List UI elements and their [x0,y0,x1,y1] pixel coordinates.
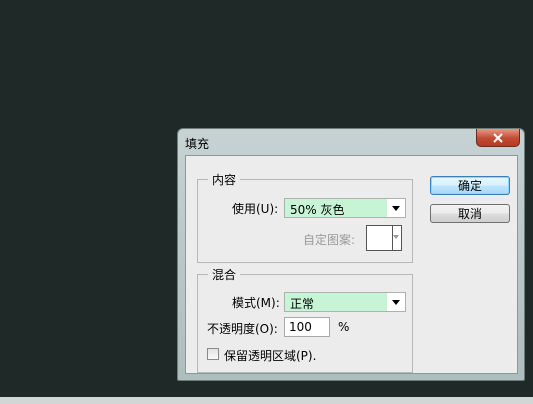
content-group: 内容 使用(U): 50% 灰色 自定图案: [197,171,413,263]
opacity-input[interactable] [284,317,330,337]
fill-dialog: 填充 内容 使用(U): 50% 灰色 自定图案: 混合 模式(M): 正常 不… [177,128,525,381]
use-value: 50% 灰色 [290,203,345,217]
chevron-down-icon [387,293,405,311]
opacity-label: 不透明度(O): [207,322,278,336]
mode-value: 正常 [290,297,315,311]
mode-dropdown[interactable]: 正常 [284,292,406,312]
pattern-swatch [367,226,393,250]
use-dropdown[interactable]: 50% 灰色 [284,198,406,218]
chevron-down-icon [392,230,400,244]
dialog-title: 填充 [185,137,210,151]
mode-label: 模式(M): [232,296,280,310]
title-bar[interactable]: 填充 [178,129,524,155]
cancel-button[interactable]: 取消 [430,204,510,223]
blend-group: 混合 模式(M): 正常 不透明度(O): % 保留透明区域(P). [197,266,413,373]
custom-pattern-picker[interactable] [366,225,402,251]
preserve-transparency-label[interactable]: 保留透明区域(P). [224,347,316,364]
use-label: 使用(U): [232,202,279,216]
desktop-bottom-strip [0,397,533,404]
preserve-transparency-checkbox[interactable] [207,348,219,360]
close-button[interactable] [476,129,520,147]
dialog-body: 内容 使用(U): 50% 灰色 自定图案: 混合 模式(M): 正常 不透明度… [185,155,518,374]
ok-button[interactable]: 确定 [430,176,510,195]
chevron-down-icon [387,199,405,217]
close-icon [493,132,503,143]
custom-pattern-label: 自定图案: [303,233,356,247]
content-group-title: 内容 [208,171,241,188]
opacity-unit: % [338,320,350,334]
blend-group-title: 混合 [208,266,241,283]
